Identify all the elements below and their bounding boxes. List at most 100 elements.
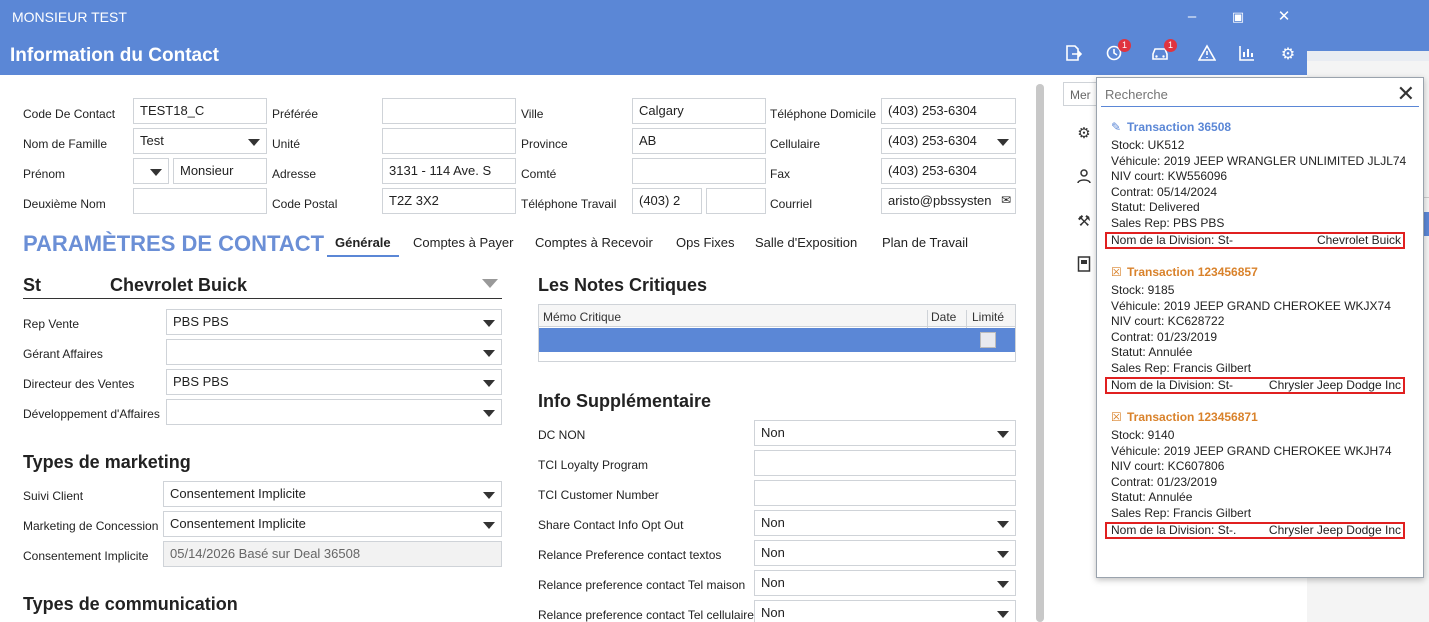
main-scrollbar[interactable] [1036, 84, 1044, 622]
user-icon[interactable] [1075, 168, 1093, 186]
limite-checkbox[interactable] [980, 332, 996, 348]
tab-ops-fixes[interactable]: Ops Fixes [676, 235, 735, 250]
popup-search: ✕ [1101, 81, 1419, 107]
chart-icon[interactable] [1236, 44, 1258, 66]
export-icon[interactable] [1062, 44, 1084, 66]
developpement-select[interactable] [166, 399, 502, 425]
comte-input[interactable] [632, 158, 766, 184]
transaction-stock: Stock: 9140 [1111, 428, 1175, 442]
cellulaire-select[interactable]: (403) 253-6304 [881, 128, 1016, 154]
preferee-label: Préférée [272, 107, 319, 121]
dc-non-select[interactable]: Non [754, 420, 1016, 446]
preferee-input[interactable] [382, 98, 516, 124]
transaction-niv: NIV court: KC607806 [1111, 459, 1225, 474]
transaction-title[interactable]: Transaction 36508 [1127, 120, 1231, 134]
info-label-relance-cellulaire: Relance preference contact Tel cellulair… [538, 608, 754, 622]
transaction-title[interactable]: Transaction 123456871 [1127, 410, 1258, 424]
directeur-select[interactable]: PBS PBS [166, 369, 502, 395]
tab-plan-travail[interactable]: Plan de Travail [882, 235, 968, 250]
transactions-popup: ✕ ✎ Transaction 36508 Stock: UK512 Véhicu… [1096, 77, 1424, 578]
tab-comptes-recevoir[interactable]: Comptes à Recevoir [535, 235, 653, 250]
transaction-statut: Statut: Annulée [1111, 345, 1193, 360]
suivi-select[interactable]: Consentement Implicite [163, 481, 502, 507]
deuxieme-input[interactable] [133, 188, 267, 214]
relance-textos-select[interactable]: Non [754, 540, 1016, 566]
tab-salle-exposition[interactable]: Salle d'Exposition [755, 235, 857, 250]
scrollbar-thumb[interactable] [1036, 84, 1044, 622]
code-input[interactable]: TEST18_C [133, 98, 267, 124]
nom-value: Test [140, 133, 164, 148]
transaction-contrat: Contrat: 01/23/2019 [1111, 329, 1218, 344]
document-x-icon: ☒ [1111, 265, 1122, 279]
maximize-icon[interactable]: ▣ [1228, 7, 1248, 27]
tab-generale[interactable]: Générale [327, 235, 399, 257]
prenom-prefix-select[interactable] [133, 158, 169, 184]
history-badge: 1 [1118, 39, 1131, 52]
close-icon[interactable]: ✕ [1274, 7, 1294, 27]
teltravail-ext-input[interactable] [706, 188, 766, 214]
document-icon[interactable] [1075, 256, 1093, 274]
unite-input[interactable] [382, 128, 516, 154]
col-limite[interactable]: Limité [972, 310, 1004, 324]
table-row[interactable] [539, 328, 1015, 352]
close-icon[interactable]: ✕ [1397, 82, 1415, 106]
col-date[interactable]: Date [931, 310, 956, 324]
unite-label: Unité [272, 137, 301, 151]
minimize-icon[interactable]: – [1182, 7, 1202, 27]
nom-select[interactable]: Test [133, 128, 267, 154]
store-underline [23, 298, 502, 299]
transaction-stock: Stock: UK512 [1111, 138, 1185, 152]
ville-input[interactable]: Calgary [632, 98, 766, 124]
dc-non-value: Non [761, 425, 785, 440]
rep-vente-label: Rep Vente [23, 317, 80, 331]
chevron-down-icon [150, 169, 162, 176]
settings-icon[interactable]: ⚙ [1277, 44, 1299, 66]
division-value: Chevrolet Buick [1316, 232, 1401, 247]
chevron-down-icon [997, 611, 1009, 618]
teltravail-input[interactable]: (403) 2 [632, 188, 702, 214]
province-input[interactable]: AB [632, 128, 766, 154]
marketing-title: Types de marketing [23, 452, 191, 472]
document-x-icon: ☒ [1111, 410, 1122, 424]
fax-input[interactable]: (403) 253-6304 [881, 158, 1016, 184]
chevron-down-icon [483, 350, 495, 357]
division-label: Nom de la Division: St- [1111, 377, 1234, 392]
email-icon[interactable]: ✉ [1001, 193, 1011, 207]
col-memo[interactable]: Mémo Critique [543, 310, 621, 324]
info-label-dc-non: DC NON [538, 428, 586, 442]
relance-cellulaire-select[interactable]: Non [754, 600, 1016, 622]
postal-input[interactable]: T2Z 3X2 [382, 188, 516, 214]
tab-comptes-payer[interactable]: Comptes à Payer [413, 235, 513, 250]
concession-value: Consentement Implicite [170, 516, 306, 531]
transaction-item[interactable]: ☒ Transaction 123456857 Stock: 9185 Véhic… [1105, 265, 1411, 394]
tci-loyalty-input[interactable] [754, 450, 1016, 476]
car-badge: 1 [1164, 39, 1177, 52]
info-label-tci-customer: TCI Customer Number [538, 488, 659, 502]
transaction-vehicule: Véhicule: 2019 JEEP WRANGLER UNLIMITED J… [1111, 153, 1407, 168]
concession-select[interactable]: Consentement Implicite [163, 511, 502, 537]
tci-customer-input[interactable] [754, 480, 1016, 506]
gerant-select[interactable] [166, 339, 502, 365]
transaction-item[interactable]: ✎ Transaction 36508 Stock: UK512 Véhicule… [1105, 120, 1411, 249]
store-code: St [23, 275, 41, 295]
rep-vente-select[interactable]: PBS PBS [166, 309, 502, 335]
gerant-label: Gérant Affaires [23, 347, 103, 361]
relance-maison-select[interactable]: Non [754, 570, 1016, 596]
popup-search-input[interactable] [1105, 84, 1385, 104]
store-dropdown-icon[interactable] [482, 279, 498, 288]
prenom-input[interactable]: Monsieur [173, 158, 267, 184]
gear-icon[interactable]: ⚙ [1075, 124, 1093, 142]
car-icon[interactable]: 1 [1149, 39, 1177, 66]
share-opt-out-select[interactable]: Non [754, 510, 1016, 536]
communication-title: Types de communication [23, 594, 238, 614]
history-icon[interactable]: 1 [1103, 39, 1131, 66]
courriel-input[interactable]: aristo@pbssysten ✉ [881, 188, 1016, 214]
adresse-input[interactable]: 3131 - 114 Ave. S [382, 158, 516, 184]
cellulaire-value: (403) 253-6304 [888, 133, 977, 148]
transaction-title[interactable]: Transaction 123456857 [1127, 265, 1258, 279]
tools-icon[interactable]: ⚒ [1075, 212, 1093, 230]
transaction-item[interactable]: ☒ Transaction 123456871 Stock: 9140 Véhic… [1105, 410, 1411, 539]
warning-icon[interactable] [1196, 44, 1218, 66]
teldomicile-input[interactable]: (403) 253-6304 [881, 98, 1016, 124]
chevron-down-icon [483, 320, 495, 327]
